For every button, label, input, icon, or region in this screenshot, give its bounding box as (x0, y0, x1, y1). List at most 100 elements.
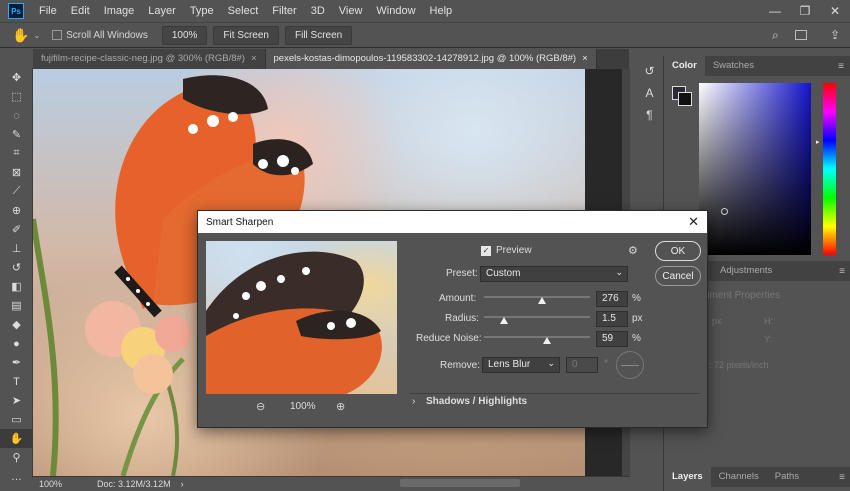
tab-close-icon[interactable]: × (582, 53, 588, 64)
chevron-right-icon[interactable]: › (412, 396, 415, 407)
zoom-100-button[interactable]: 100% (161, 25, 208, 45)
zoom-in-icon[interactable]: ⊕ (336, 400, 345, 413)
radius-slider-thumb[interactable] (500, 317, 509, 324)
close-icon[interactable]: ✕ (688, 214, 699, 230)
menu-edit[interactable]: Edit (64, 5, 97, 17)
hand-tool-icon[interactable]: ✋ (12, 27, 29, 44)
zoom-level[interactable]: 100% (39, 479, 62, 489)
tab-swatches[interactable]: Swatches (705, 56, 762, 76)
minimize-button[interactable]: — (760, 0, 790, 22)
hue-slider-handle-icon[interactable]: ▸ (816, 138, 820, 146)
reduce-noise-slider-thumb[interactable] (542, 337, 551, 344)
tab-close-icon[interactable]: × (251, 53, 257, 64)
eyedropper-tool-icon[interactable]: ⟋ (0, 182, 33, 201)
close-window-button[interactable]: ✕ (820, 0, 850, 22)
menu-type[interactable]: Type (183, 5, 221, 17)
reduce-noise-input[interactable]: 59 (596, 331, 628, 347)
menu-window[interactable]: Window (369, 5, 422, 17)
reduce-noise-label: Reduce Noise: (416, 333, 482, 344)
tab-paths[interactable]: Paths (767, 467, 807, 487)
color-picker-field[interactable] (699, 83, 811, 255)
fill-screen-button[interactable]: Fill Screen (285, 25, 353, 45)
color-swatch-icon[interactable] (0, 486, 33, 491)
marquee-tool-icon[interactable]: ⬚ (0, 87, 33, 106)
move-tool-icon[interactable]: ✥ (0, 68, 33, 87)
quick-select-tool-icon[interactable]: ✎ (0, 125, 33, 144)
preset-select[interactable]: Custom ⌄ (480, 266, 628, 282)
tab-adjustments[interactable]: Adjustments (712, 261, 780, 281)
zoom-out-icon[interactable]: ⊖ (256, 400, 265, 413)
lasso-tool-icon[interactable]: ◌ (0, 106, 33, 125)
history-icon[interactable]: ↺ (636, 60, 663, 82)
menu-view[interactable]: View (332, 5, 370, 17)
horizontal-scrollbar-thumb[interactable] (400, 479, 520, 487)
menu-file[interactable]: File (32, 5, 64, 17)
gradient-tool-icon[interactable]: ▤ (0, 296, 33, 315)
tab-fujifilm[interactable]: fujifilm-recipe-classic-neg.jpg @ 300% (… (33, 49, 266, 69)
shadows-highlights-toggle[interactable]: Shadows / Highlights (426, 396, 527, 407)
paragraph-icon[interactable]: ¶ (636, 104, 663, 126)
color-picker-cursor[interactable] (721, 208, 728, 215)
checkbox-box[interactable] (52, 30, 63, 40)
tab-color[interactable]: Color (664, 56, 705, 76)
share-icon[interactable]: ⇪ (830, 28, 840, 42)
menu-layer[interactable]: Layer (141, 5, 183, 17)
workspace-icon[interactable] (795, 30, 807, 40)
eraser-tool-icon[interactable]: ◧ (0, 277, 33, 296)
history-brush-tool-icon[interactable]: ↺ (0, 258, 33, 277)
reduce-noise-slider[interactable] (484, 336, 590, 338)
preview-image (206, 251, 382, 394)
panel-menu-icon[interactable]: ≡ (838, 61, 844, 72)
healing-brush-tool-icon[interactable]: ⊕ (0, 201, 33, 220)
angle-dial[interactable] (616, 351, 644, 379)
dodge-tool-icon[interactable]: ● (0, 334, 33, 353)
amount-slider[interactable] (484, 296, 590, 298)
remove-select[interactable]: Lens Blur ⌄ (482, 357, 560, 373)
blur-tool-icon[interactable]: ◆ (0, 315, 33, 334)
zoom-tool-icon[interactable]: ⚲ (0, 448, 33, 467)
menu-image[interactable]: Image (97, 5, 142, 17)
options-bar: ✋ ⌄ Scroll All Windows 100% Fit Screen F… (0, 22, 850, 48)
angle-input[interactable]: 0 (566, 357, 598, 373)
chevron-down-icon[interactable]: ⌄ (33, 31, 40, 40)
shape-tool-icon[interactable]: ▭ (0, 410, 33, 429)
restore-button[interactable]: ❐ (790, 0, 820, 22)
amount-slider-thumb[interactable] (538, 297, 547, 304)
clone-stamp-tool-icon[interactable]: ⊥ (0, 239, 33, 258)
preview-checkbox[interactable]: ✓ (481, 246, 491, 256)
background-color-swatch[interactable] (678, 92, 692, 106)
ok-button[interactable]: OK (655, 241, 701, 261)
menu-help[interactable]: Help (423, 5, 460, 17)
smart-sharpen-dialog: Smart Sharpen ✕ ⊖ 100% ⊕ ✓ Preview ⚙ OK … (197, 210, 708, 428)
pen-tool-icon[interactable]: ✒ (0, 353, 33, 372)
panel-menu-icon[interactable]: ≡ (839, 266, 845, 277)
scroll-all-windows-label: Scroll All Windows (66, 29, 148, 41)
path-selection-tool-icon[interactable]: ➤ (0, 391, 33, 410)
crop-tool-icon[interactable]: ⌗ (0, 144, 33, 163)
menu-3d[interactable]: 3D (304, 5, 332, 17)
more-tools-icon[interactable]: … (0, 467, 33, 486)
radius-input[interactable]: 1.5 (596, 311, 628, 327)
tab-channels[interactable]: Channels (711, 467, 767, 487)
hue-slider[interactable] (823, 83, 836, 255)
menu-select[interactable]: Select (221, 5, 266, 17)
amount-input[interactable]: 276 (596, 291, 628, 307)
angle-unit: ° (604, 359, 608, 370)
tab-pexels[interactable]: pexels-kostas-dimopoulos-119583302-14278… (265, 49, 597, 69)
status-menu-icon[interactable]: › (181, 479, 184, 489)
tab-layers[interactable]: Layers (664, 467, 711, 487)
preview-pane[interactable] (206, 241, 397, 394)
scroll-all-windows-checkbox[interactable]: Scroll All Windows (52, 30, 148, 41)
angle-dial-needle (621, 365, 639, 366)
character-icon[interactable]: A (636, 82, 663, 104)
type-tool-icon[interactable]: T (0, 372, 33, 391)
menu-filter[interactable]: Filter (265, 5, 303, 17)
brush-tool-icon[interactable]: ✐ (0, 220, 33, 239)
cancel-button[interactable]: Cancel (655, 266, 701, 286)
fit-screen-button[interactable]: Fit Screen (213, 25, 279, 45)
panel-menu-icon[interactable]: ≡ (839, 472, 845, 483)
search-icon[interactable]: ⌕ (772, 28, 779, 43)
gear-icon[interactable]: ⚙ (628, 244, 638, 257)
hand-tool-icon[interactable]: ✋ (0, 429, 33, 448)
frame-tool-icon[interactable]: ⊠ (0, 163, 33, 182)
